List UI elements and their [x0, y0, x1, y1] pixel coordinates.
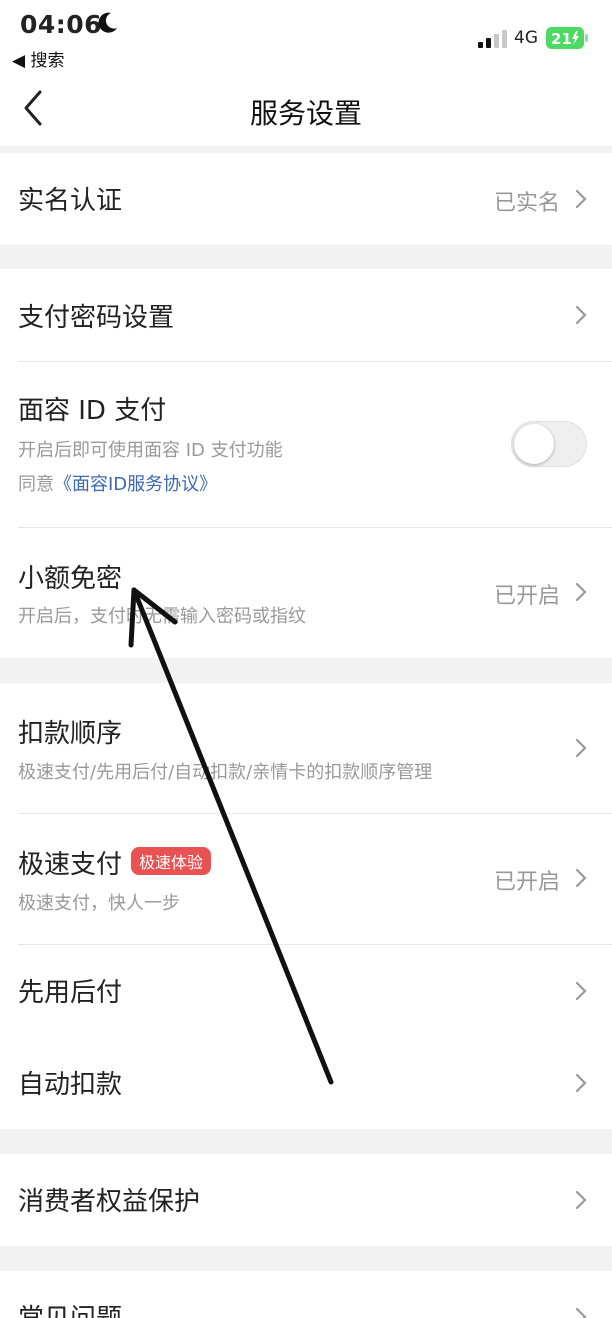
real-name-value: 已实名: [493, 191, 560, 216]
group-identity: 实名认证 已实名: [0, 153, 612, 245]
signal-icon: [478, 30, 507, 48]
face-id-subtitle: 开启后即可使用面容 ID 支付功能: [18, 440, 283, 461]
agreement-link[interactable]: 《面容ID服务协议》: [54, 474, 217, 495]
chevron-right-icon: [575, 305, 587, 325]
deduct-order-subtitle: 极速支付/先用后付/自动扣款/亲情卡的扣款顺序管理: [18, 762, 433, 783]
chevron-right-icon: [575, 582, 587, 602]
face-id-title: 面容 ID 支付: [18, 396, 167, 426]
pay-later-title: 先用后付: [18, 978, 123, 1008]
chevron-right-icon: [575, 1073, 587, 1093]
chevron-right-icon: [575, 868, 587, 888]
agree-prefix: 同意: [18, 474, 54, 495]
small-free-title: 小额免密: [18, 564, 123, 594]
row-face-id: 面容 ID 支付 开启后即可使用面容 ID 支付功能 同意《面容ID服务协议》: [0, 362, 612, 528]
chevron-right-icon: [575, 189, 587, 209]
row-fast-pay[interactable]: 极速支付 极速体验 极速支付，快人一步 已开启: [0, 814, 612, 945]
fast-pay-subtitle: 极速支付，快人一步: [18, 893, 180, 914]
deduct-order-title: 扣款顺序: [18, 719, 123, 749]
battery-icon: 21: [546, 27, 588, 49]
network-label: 4G: [514, 28, 538, 48]
row-pay-password[interactable]: 支付密码设置: [0, 269, 612, 362]
toggle-knob: [514, 424, 554, 464]
face-id-toggle[interactable]: [511, 421, 587, 467]
group-faq: 常见问题: [0, 1271, 612, 1318]
chevron-right-icon: [575, 1307, 587, 1318]
status-bar: 04:06 ◀ 搜索 4G 21: [0, 0, 612, 78]
back-to-app-link[interactable]: ◀ 搜索: [12, 46, 64, 71]
chevron-right-icon: [575, 738, 587, 758]
fast-pay-title: 极速支付: [18, 850, 123, 880]
moon-icon: [98, 12, 117, 33]
nav-bar: 服务设置: [0, 78, 612, 146]
small-free-value: 已开启: [493, 584, 560, 609]
faq-title: 常见问题: [18, 1298, 122, 1318]
fast-pay-badge: 极速体验: [131, 847, 212, 875]
battery-level: 21: [551, 30, 572, 48]
group-payment-methods: 扣款顺序 极速支付/先用后付/自动扣款/亲情卡的扣款顺序管理 极速支付 极速体验…: [0, 683, 612, 1129]
consumer-title: 消费者权益保护: [18, 1187, 201, 1217]
row-small-free[interactable]: 小额免密 开启后，支付时无需输入密码或指纹 已开启: [0, 528, 612, 658]
status-time: 04:06: [20, 10, 103, 39]
face-id-agreement: 同意《面容ID服务协议》: [18, 470, 217, 496]
pay-password-title: 支付密码设置: [18, 303, 175, 333]
row-pay-later[interactable]: 先用后付: [0, 945, 612, 1037]
fast-pay-value: 已开启: [493, 870, 560, 895]
chevron-right-icon: [575, 981, 587, 1001]
chevron-right-icon: [575, 1190, 587, 1210]
row-deduct-order[interactable]: 扣款顺序 极速支付/先用后付/自动扣款/亲情卡的扣款顺序管理: [0, 683, 612, 814]
row-real-name[interactable]: 实名认证 已实名: [0, 153, 612, 245]
row-consumer-protection[interactable]: 消费者权益保护: [0, 1154, 612, 1246]
group-consumer: 消费者权益保护: [0, 1154, 612, 1246]
group-payment-security: 支付密码设置 面容 ID 支付 开启后即可使用面容 ID 支付功能 同意《面容I…: [0, 269, 612, 658]
row-faq[interactable]: 常见问题: [0, 1271, 612, 1318]
real-name-title: 实名认证: [18, 186, 123, 216]
small-free-subtitle: 开启后，支付时无需输入密码或指纹: [18, 606, 306, 627]
auto-deduct-title: 自动扣款: [18, 1070, 123, 1100]
row-auto-deduct[interactable]: 自动扣款: [0, 1037, 612, 1129]
page-title: 服务设置: [249, 97, 362, 130]
